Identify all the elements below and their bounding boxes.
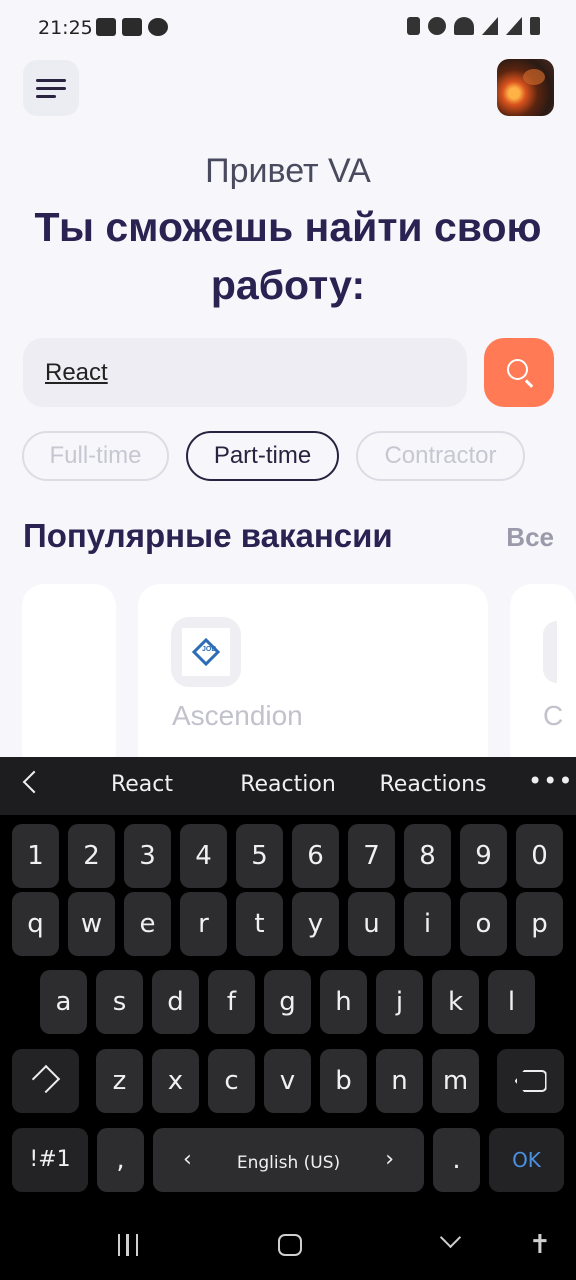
ok-key[interactable]: OK (489, 1128, 564, 1192)
backspace-key[interactable] (497, 1049, 564, 1113)
page-title: Ты сможешь найти свою работу: (34, 204, 542, 308)
key-o[interactable]: o (460, 892, 507, 956)
search-icon-handle (525, 379, 534, 388)
key-2[interactable]: 2 (68, 824, 115, 888)
back-icon[interactable] (439, 1226, 462, 1249)
key-l[interactable]: l (488, 970, 535, 1034)
accessibility-icon[interactable]: ✝ (529, 1230, 551, 1260)
wifi-icon (454, 17, 474, 35)
key-4[interactable]: 4 (180, 824, 227, 888)
space-key[interactable]: ‹ English (US) › (153, 1128, 424, 1192)
menu-icon-line (36, 95, 56, 98)
key-9[interactable]: 9 (460, 824, 507, 888)
key-8[interactable]: 8 (404, 824, 451, 888)
battery-icon (530, 17, 540, 35)
menu-icon (36, 79, 66, 82)
greeting: Привет VA (205, 152, 371, 190)
suggestion-bar: React Reaction Reactions ••• (0, 757, 576, 815)
system-nav-bar: ✝ (0, 1212, 576, 1280)
job-card-next[interactable] (510, 584, 576, 774)
key-n[interactable]: n (376, 1049, 423, 1113)
chip-full-time[interactable]: Full-time (22, 431, 169, 481)
suggestion-react[interactable]: React (77, 772, 207, 797)
gallery-icon (96, 18, 116, 36)
period-key[interactable]: . (433, 1128, 480, 1192)
key-m[interactable]: m (432, 1049, 479, 1113)
avatar[interactable] (497, 59, 554, 116)
key-r[interactable]: r (180, 892, 227, 956)
company-logo-inner: JOB (182, 628, 230, 676)
alarm-icon (428, 17, 446, 35)
key-t[interactable]: t (236, 892, 283, 956)
space-prev-language: ‹ (183, 1147, 192, 1172)
key-z[interactable]: z (96, 1049, 143, 1113)
key-u[interactable]: u (348, 892, 395, 956)
key-f[interactable]: f (208, 970, 255, 1034)
recent-apps-icon[interactable] (118, 1234, 138, 1256)
key-p[interactable]: p (516, 892, 563, 956)
search-icon (507, 359, 528, 380)
key-d[interactable]: d (152, 970, 199, 1034)
status-right-icons (407, 17, 540, 35)
shift-key[interactable] (12, 1049, 79, 1113)
key-6[interactable]: 6 (292, 824, 339, 888)
company-logo: JOB (171, 617, 241, 687)
key-7[interactable]: 7 (348, 824, 395, 888)
key-a[interactable]: a (40, 970, 87, 1034)
key-v[interactable]: v (264, 1049, 311, 1113)
key-e[interactable]: e (124, 892, 171, 956)
search-button[interactable] (484, 338, 554, 407)
comma-key[interactable]: , (97, 1128, 144, 1192)
symbols-key[interactable]: !#1 (12, 1128, 88, 1192)
suggestion-reactions[interactable]: Reactions (368, 772, 498, 797)
chip-contractor[interactable]: Contractor (356, 431, 525, 481)
key-b[interactable]: b (320, 1049, 367, 1113)
section-title: Популярные вакансии (23, 517, 393, 554)
key-5[interactable]: 5 (236, 824, 283, 888)
key-1[interactable]: 1 (12, 824, 59, 888)
lock-icon (407, 17, 420, 35)
app-icon (122, 18, 142, 36)
key-s[interactable]: s (96, 970, 143, 1034)
key-k[interactable]: k (432, 970, 479, 1034)
navigation-icon (148, 18, 168, 36)
menu-button[interactable] (23, 60, 79, 116)
key-x[interactable]: x (152, 1049, 199, 1113)
signal-icon (482, 17, 498, 35)
logo-text: JOB (202, 646, 217, 653)
key-i[interactable]: i (404, 892, 451, 956)
menu-icon-line (36, 87, 66, 90)
job-card-prev[interactable] (22, 584, 116, 774)
more-icon[interactable]: ••• (528, 767, 573, 795)
key-g[interactable]: g (264, 970, 311, 1034)
keyboard: React Reaction Reactions ••• 1 2 3 4 5 6… (0, 757, 576, 1280)
next-card-logo (543, 621, 557, 683)
status-bar: 21:25 (0, 0, 576, 58)
key-y[interactable]: y (292, 892, 339, 956)
chevron-left-icon[interactable] (22, 770, 46, 794)
key-w[interactable]: w (68, 892, 115, 956)
space-next-language: › (385, 1147, 394, 1172)
key-3[interactable]: 3 (124, 824, 171, 888)
status-time: 21:25 (38, 17, 93, 39)
search-input[interactable] (23, 338, 467, 407)
next-card-company: C (543, 700, 564, 731)
space-language-label: English (US) (236, 1153, 341, 1173)
company-name: Ascendion (172, 700, 303, 731)
home-icon[interactable] (278, 1234, 302, 1256)
suggestion-reaction[interactable]: Reaction (223, 772, 353, 797)
shift-icon (31, 1064, 60, 1094)
chip-part-time[interactable]: Part-time (186, 431, 339, 481)
see-all-link[interactable]: Все (506, 522, 554, 553)
backspace-icon (514, 1070, 547, 1092)
status-left-icons (96, 18, 168, 36)
signal-icon (506, 17, 522, 35)
key-c[interactable]: c (208, 1049, 255, 1113)
key-q[interactable]: q (12, 892, 59, 956)
key-j[interactable]: j (376, 970, 423, 1034)
key-h[interactable]: h (320, 970, 367, 1034)
key-0[interactable]: 0 (516, 824, 563, 888)
